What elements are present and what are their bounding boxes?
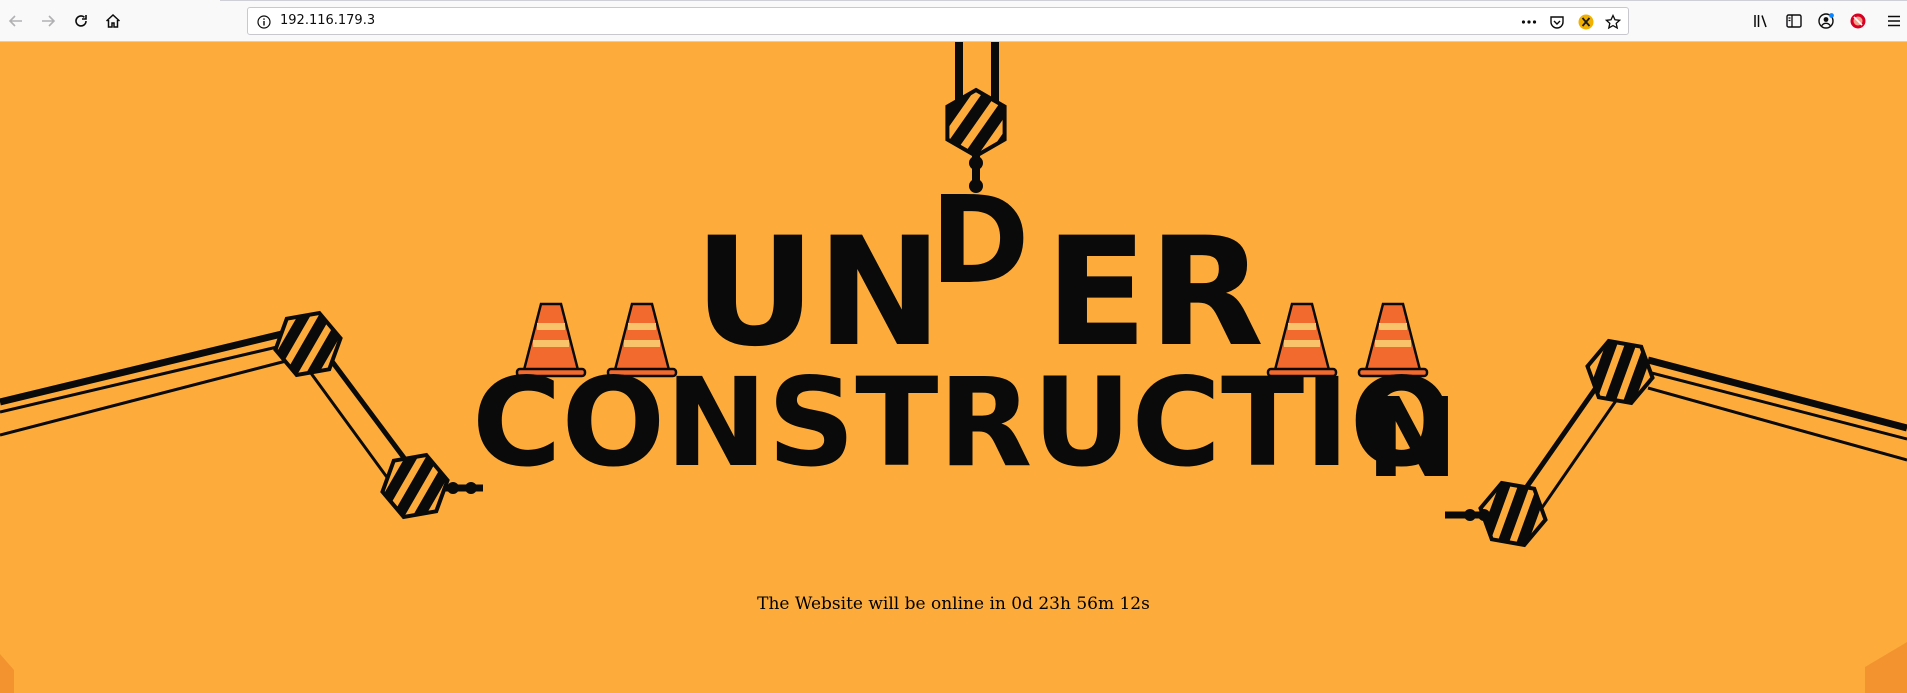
library-icon bbox=[1754, 15, 1767, 28]
library-button[interactable] bbox=[1749, 9, 1773, 33]
bookmark-star-icon bbox=[1605, 14, 1621, 30]
pocket-button[interactable] bbox=[1548, 13, 1566, 31]
url-text[interactable]: 192.116.179.3 bbox=[280, 13, 375, 28]
account-button[interactable] bbox=[1814, 9, 1838, 33]
left-crane-arm bbox=[0, 303, 483, 527]
right-crane-arm bbox=[1445, 331, 1907, 555]
back-button[interactable] bbox=[4, 9, 28, 33]
menu-icon bbox=[1888, 15, 1900, 27]
browser-toolbar: 192.116.179.3 bbox=[0, 0, 1907, 42]
headline-construction: CONSTRUCTIO bbox=[472, 352, 1454, 494]
extension-button[interactable] bbox=[1577, 13, 1595, 31]
account-icon bbox=[1818, 13, 1834, 29]
under-construction-page: UN D ER CONSTRUCTIO N The Website will b… bbox=[0, 42, 1907, 693]
more-icon bbox=[1521, 20, 1537, 24]
home-icon bbox=[105, 13, 121, 28]
forward-button[interactable] bbox=[36, 9, 60, 33]
corner-shape-left bbox=[0, 654, 14, 693]
home-button[interactable] bbox=[101, 9, 125, 33]
sidebar-button[interactable] bbox=[1782, 9, 1806, 33]
top-crane-hook bbox=[945, 42, 1007, 193]
menu-button[interactable] bbox=[1882, 9, 1906, 33]
corner-shape-right bbox=[1865, 642, 1907, 693]
bookmark-button[interactable] bbox=[1604, 13, 1622, 31]
reload-button[interactable] bbox=[69, 9, 93, 33]
headline-under-part1: UN bbox=[694, 206, 944, 380]
forward-icon bbox=[42, 15, 56, 27]
page-actions-button[interactable] bbox=[1520, 13, 1538, 31]
blocker-button[interactable] bbox=[1846, 9, 1870, 33]
blocker-icon bbox=[1850, 13, 1866, 29]
info-icon bbox=[257, 15, 271, 29]
extension-icon bbox=[1578, 14, 1594, 30]
reload-icon bbox=[75, 15, 87, 27]
pocket-icon bbox=[1550, 16, 1564, 29]
tab-strip-edge bbox=[220, 0, 1907, 1]
back-icon bbox=[8, 15, 22, 27]
headline-under-part2: ER bbox=[1045, 206, 1265, 380]
sidebar-icon bbox=[1786, 14, 1802, 28]
site-info-button[interactable] bbox=[255, 13, 273, 31]
address-bar[interactable]: 192.116.179.3 bbox=[247, 7, 1629, 35]
headline-dropped-letter: D bbox=[930, 172, 1031, 311]
headline-construction-last-letter: N bbox=[1366, 374, 1460, 502]
countdown-text: The Website will be online in 0d 23h 56m… bbox=[757, 594, 1150, 614]
